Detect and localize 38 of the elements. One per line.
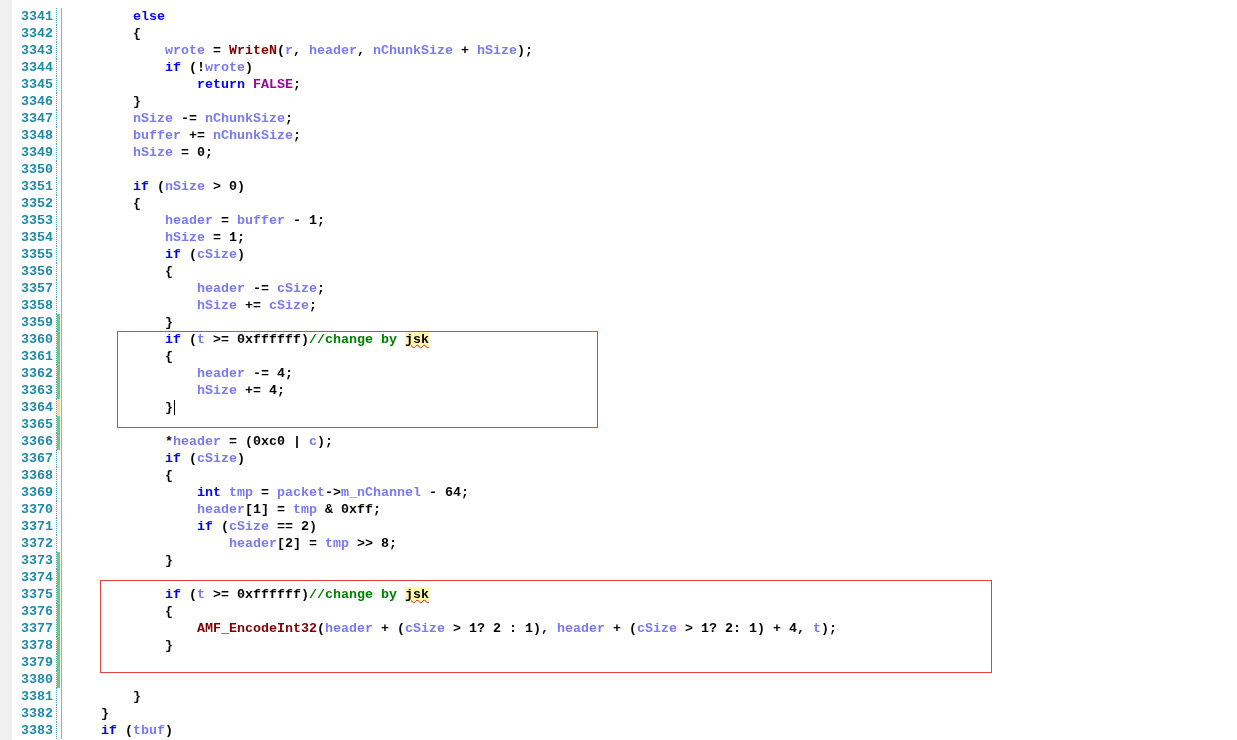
code-line: hSize += 4; — [197, 382, 285, 399]
code-line: } — [101, 705, 109, 722]
code-line: hSize += cSize; — [197, 297, 317, 314]
code-line: } — [133, 688, 141, 705]
code-line: if (cSize) — [165, 450, 245, 467]
code-line: { — [133, 25, 141, 42]
code-line: } — [165, 399, 173, 416]
code-line: *header = (0xc0 | c); — [165, 433, 333, 450]
code-line: header -= cSize; — [197, 280, 325, 297]
code-line: if (cSize == 2) — [197, 518, 317, 535]
code-line: nSize -= nChunkSize; — [133, 110, 293, 127]
code-line: { — [165, 467, 173, 484]
code-line: } — [165, 637, 173, 654]
code-line: if (t >= 0xffffff)//change by jsk — [165, 586, 429, 603]
code-line: AMF_EncodeInt32(header + (cSize > 1? 2 : 1), header + (cSize > 1? 2: 1) + 4, t); — [197, 620, 837, 637]
code-line: buffer += nChunkSize; — [133, 127, 301, 144]
code-line: hSize = 0; — [133, 144, 213, 161]
code-line: return FALSE; — [197, 76, 301, 93]
code-line: if (tbuf) — [101, 722, 173, 739]
code-line: { — [165, 603, 173, 620]
code-line: } — [133, 93, 141, 110]
code-line: if (!wrote) — [165, 59, 253, 76]
code-line: { — [133, 195, 141, 212]
code-line: { — [165, 348, 173, 365]
code-line: header[2] = tmp >> 8; — [228, 535, 397, 552]
code-line: int tmp = packet->m_nChannel - 64; — [197, 484, 469, 501]
code-line: header -= 4; — [197, 365, 293, 382]
code-line: else — [133, 8, 165, 25]
code-line: if (t >= 0xffffff)//change by jsk — [165, 331, 429, 348]
code-line: { — [165, 263, 173, 280]
code-line: header = buffer - 1; — [165, 212, 325, 229]
code-line: hSize = 1; — [165, 229, 245, 246]
code-line: } — [165, 552, 173, 569]
code-line: if (cSize) — [165, 246, 245, 263]
code-line: header[1] = tmp & 0xff; — [197, 501, 381, 518]
code-line: wrote = WriteN(r, header, nChunkSize + hSize); — [165, 42, 533, 59]
code-line: if (nSize > 0) — [133, 178, 245, 195]
code-line: } — [165, 314, 173, 331]
